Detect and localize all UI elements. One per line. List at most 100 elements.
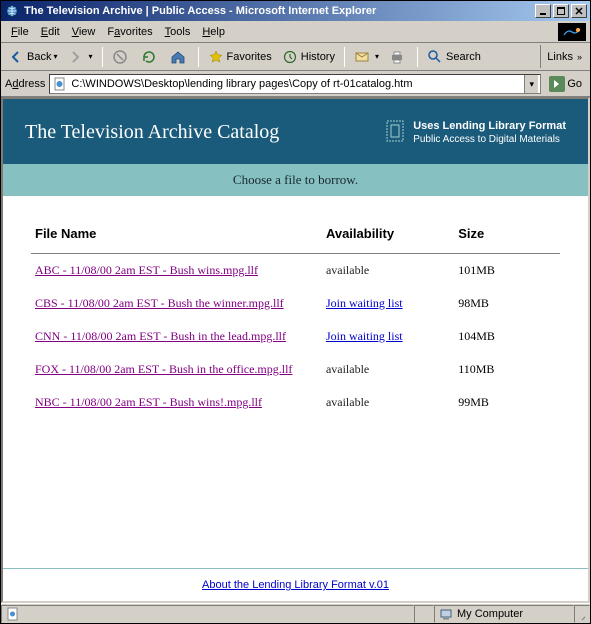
- separator: [344, 47, 345, 67]
- page-icon: [52, 76, 68, 92]
- address-url: C:\WINDOWS\Desktop\lending library pages…: [71, 78, 524, 90]
- go-arrow-icon: [549, 76, 565, 92]
- ie-icon: [4, 3, 20, 19]
- banner-side-text: Uses Lending Library Format Public Acces…: [413, 119, 566, 146]
- menu-tools[interactable]: Tools: [159, 25, 197, 39]
- status-zone: My Computer: [434, 605, 574, 623]
- menu-bar: File Edit View Favorites Tools Help: [1, 21, 590, 43]
- history-label: History: [301, 51, 335, 63]
- waiting-list-link[interactable]: Join waiting list: [326, 329, 403, 343]
- chevron-down-icon: ▾: [375, 52, 379, 61]
- history-icon: [282, 49, 298, 65]
- separator: [417, 47, 418, 67]
- file-link[interactable]: FOX - 11/08/00 2am EST - Bush in the off…: [35, 362, 292, 376]
- address-label: Address: [5, 78, 45, 90]
- chevron-down-icon: ▾: [88, 52, 92, 61]
- file-link[interactable]: ABC - 11/08/00 2am EST - Bush wins.mpg.l…: [35, 263, 258, 277]
- catalog-table-wrap: File Name Availability Size ABC - 11/08/…: [3, 196, 588, 568]
- waiting-list-link[interactable]: Join waiting list: [326, 296, 403, 310]
- title-bar: The Television Archive | Public Access -…: [1, 1, 590, 21]
- page-footer: About the Lending Library Format v.01: [3, 568, 588, 601]
- window-buttons: [535, 4, 587, 18]
- back-label: Back: [27, 51, 51, 63]
- stop-icon: [112, 49, 128, 65]
- address-dropdown[interactable]: ▾: [524, 75, 538, 93]
- print-button[interactable]: [384, 47, 413, 67]
- column-header-file: File Name: [31, 220, 322, 251]
- home-button[interactable]: [165, 47, 194, 67]
- window-title: The Television Archive | Public Access -…: [24, 5, 535, 17]
- go-button[interactable]: Go: [545, 76, 586, 92]
- print-icon: [389, 49, 405, 65]
- footer-link[interactable]: About the Lending Library Format v.01: [202, 579, 389, 591]
- table-row: FOX - 11/08/00 2am EST - Bush in the off…: [31, 353, 560, 386]
- computer-icon: [439, 607, 453, 621]
- menu-help[interactable]: Help: [196, 25, 231, 39]
- search-icon: [427, 49, 443, 65]
- file-link[interactable]: CNN - 11/08/00 2am EST - Bush in the lea…: [35, 329, 286, 343]
- column-header-size: Size: [454, 220, 560, 251]
- size-text: 110MB: [454, 353, 560, 386]
- availability-text: available: [326, 362, 369, 376]
- favorites-label: Favorites: [227, 51, 272, 63]
- table-row: CBS - 11/08/00 2am EST - Bush the winner…: [31, 287, 560, 320]
- size-text: 98MB: [454, 287, 560, 320]
- separator: [198, 47, 199, 67]
- size-text: 101MB: [454, 253, 560, 287]
- minimize-button[interactable]: [535, 4, 551, 18]
- links-label: Links: [547, 51, 573, 63]
- content-viewport: The Television Archive Catalog Uses Lend…: [1, 97, 590, 603]
- refresh-button[interactable]: [136, 47, 165, 67]
- forward-arrow-icon: [67, 49, 83, 65]
- address-input[interactable]: C:\WINDOWS\Desktop\lending library pages…: [49, 74, 541, 94]
- menu-view[interactable]: View: [66, 25, 102, 39]
- stop-button[interactable]: [107, 47, 136, 67]
- banner-side: Uses Lending Library Format Public Acces…: [385, 119, 566, 146]
- resize-grip[interactable]: [574, 605, 590, 623]
- forward-button[interactable]: ▾: [62, 47, 97, 67]
- mail-button[interactable]: ▾: [349, 47, 384, 67]
- status-bar: My Computer: [1, 603, 590, 623]
- status-main: [1, 605, 414, 623]
- table-row: NBC - 11/08/00 2am EST - Bush wins!.mpg.…: [31, 386, 560, 419]
- availability-text: available: [326, 263, 369, 277]
- banner-side-line2: Public Access to Digital Materials: [413, 133, 566, 146]
- toolbar: Back ▾ ▾ Favorites History ▾ Search Link…: [1, 43, 590, 71]
- search-button[interactable]: Search: [422, 47, 486, 67]
- menu-favorites[interactable]: Favorites: [101, 25, 158, 39]
- file-link[interactable]: CBS - 11/08/00 2am EST - Bush the winner…: [35, 296, 284, 310]
- page-body: The Television Archive Catalog Uses Lend…: [3, 99, 588, 601]
- column-header-availability: Availability: [322, 220, 454, 251]
- page-banner: The Television Archive Catalog Uses Lend…: [3, 99, 588, 164]
- maximize-button[interactable]: [553, 4, 569, 18]
- file-link[interactable]: NBC - 11/08/00 2am EST - Bush wins!.mpg.…: [35, 395, 262, 409]
- favorites-button[interactable]: Favorites: [203, 47, 277, 67]
- ie-throbber-icon: [558, 23, 586, 41]
- size-text: 104MB: [454, 320, 560, 353]
- status-zone-text: My Computer: [457, 608, 523, 620]
- page-prompt: Choose a file to borrow.: [3, 164, 588, 196]
- links-panel[interactable]: Links »: [540, 45, 588, 68]
- separator: [102, 47, 103, 67]
- close-button[interactable]: [571, 4, 587, 18]
- menu-edit[interactable]: Edit: [35, 25, 66, 39]
- refresh-icon: [141, 49, 157, 65]
- browser-window: The Television Archive | Public Access -…: [0, 0, 591, 624]
- table-row: ABC - 11/08/00 2am EST - Bush wins.mpg.l…: [31, 253, 560, 287]
- page-title: The Television Archive Catalog: [25, 121, 385, 144]
- back-button[interactable]: Back ▾: [3, 47, 62, 67]
- home-icon: [170, 49, 186, 65]
- table-row: CNN - 11/08/00 2am EST - Bush in the lea…: [31, 320, 560, 353]
- star-icon: [208, 49, 224, 65]
- banner-side-line1: Uses Lending Library Format: [413, 119, 566, 133]
- back-arrow-icon: [8, 49, 24, 65]
- mail-icon: [354, 49, 370, 65]
- history-button[interactable]: History: [277, 47, 340, 67]
- library-format-icon: [385, 119, 405, 143]
- chevron-right-icon: »: [577, 52, 582, 62]
- address-bar: Address C:\WINDOWS\Desktop\lending libra…: [1, 71, 590, 97]
- chevron-down-icon: ▾: [53, 52, 57, 61]
- availability-text: available: [326, 395, 369, 409]
- page-icon: [6, 607, 20, 621]
- menu-file[interactable]: File: [5, 25, 35, 39]
